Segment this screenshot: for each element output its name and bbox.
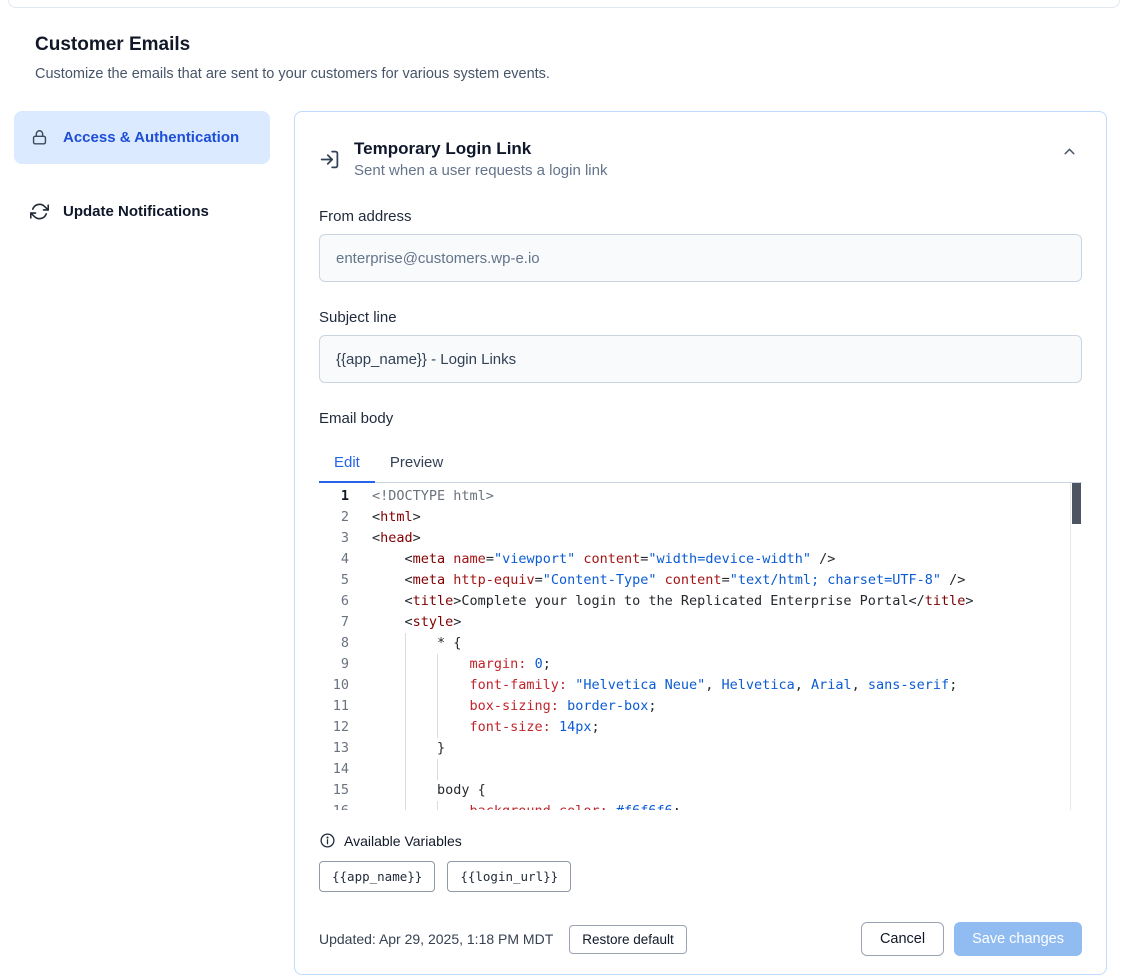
code-line[interactable]: <title>Complete your login to the Replic… — [372, 591, 1082, 612]
subject-line-label: Subject line — [319, 309, 1082, 326]
indent-guide — [405, 759, 406, 780]
variable-chip-login-url[interactable]: {{login_url}} — [447, 861, 571, 892]
sidebar-item-label: Access & Authentication — [63, 126, 239, 149]
code-line[interactable]: <meta http-equiv="Content-Type" content=… — [372, 570, 1082, 591]
collapse-button[interactable] — [1057, 139, 1082, 167]
code-line[interactable]: <style> — [372, 612, 1082, 633]
code-line[interactable]: <meta name="viewport" content="width=dev… — [372, 549, 1082, 570]
line-number: 7 — [319, 612, 349, 633]
line-number: 6 — [319, 591, 349, 612]
indent-guide — [437, 801, 438, 810]
available-variables-row: Available Variables — [319, 832, 1082, 849]
indent-guide — [437, 717, 438, 738]
indent-guide — [405, 675, 406, 696]
code-line[interactable]: <html> — [372, 507, 1082, 528]
page-subtitle: Customize the emails that are sent to yo… — [35, 65, 1093, 83]
available-variables-label: Available Variables — [344, 833, 462, 849]
line-number: 2 — [319, 507, 349, 528]
line-number: 1 — [319, 486, 349, 507]
line-number: 10 — [319, 675, 349, 696]
email-types-sidebar: Access & Authentication Update Notificat… — [14, 111, 270, 236]
indent-guide — [405, 780, 406, 801]
code-line[interactable] — [372, 759, 1082, 780]
footer-actions: Cancel Save changes — [861, 922, 1082, 956]
page-header: Customer Emails Customize the emails tha… — [0, 8, 1128, 83]
variable-chips: {{app_name}} {{login_url}} — [319, 861, 1082, 892]
line-number: 16 — [319, 801, 349, 810]
line-number: 5 — [319, 570, 349, 591]
line-number: 8 — [319, 633, 349, 654]
line-number: 4 — [319, 549, 349, 570]
indent-guide — [405, 654, 406, 675]
indent-guide — [437, 654, 438, 675]
card-footer: Updated: Apr 29, 2025, 1:18 PM MDT Resto… — [319, 922, 1082, 956]
code-line[interactable]: * { — [372, 633, 1082, 654]
refresh-icon — [30, 202, 49, 221]
line-number: 14 — [319, 759, 349, 780]
sidebar-item-update-notifications[interactable]: Update Notifications — [14, 188, 270, 235]
scrollbar-thumb[interactable] — [1072, 483, 1081, 524]
indent-guide — [405, 696, 406, 717]
editor-tabs: Edit Preview — [319, 443, 1082, 483]
line-number: 9 — [319, 654, 349, 675]
content-area: Access & Authentication Update Notificat… — [0, 111, 1128, 975]
tab-edit[interactable]: Edit — [319, 443, 375, 484]
save-changes-button[interactable]: Save changes — [954, 922, 1082, 956]
info-icon — [319, 832, 336, 849]
line-number: 3 — [319, 528, 349, 549]
chevron-up-icon — [1061, 143, 1078, 160]
from-address-input[interactable] — [319, 234, 1082, 282]
email-body-code-editor[interactable]: 12345678910111213141516 <!DOCTYPE html><… — [319, 483, 1082, 810]
code-line[interactable]: font-size: 14px; — [372, 717, 1082, 738]
code-line[interactable]: background-color: #f6f6f6; — [372, 801, 1082, 810]
code-line[interactable]: <!DOCTYPE html> — [372, 486, 1082, 507]
indent-guide — [405, 633, 406, 654]
updated-timestamp: Updated: Apr 29, 2025, 1:18 PM MDT — [319, 931, 553, 947]
indent-guide — [437, 675, 438, 696]
cancel-button[interactable]: Cancel — [861, 922, 944, 956]
subject-line-input[interactable] — [319, 335, 1082, 383]
tab-preview[interactable]: Preview — [375, 443, 458, 484]
page-title: Customer Emails — [35, 33, 1093, 56]
editor-gutter: 12345678910111213141516 — [319, 486, 363, 810]
code-line[interactable]: <head> — [372, 528, 1082, 549]
from-address-label: From address — [319, 208, 1082, 225]
line-number: 11 — [319, 696, 349, 717]
indent-guide — [405, 738, 406, 759]
lock-icon — [30, 128, 49, 147]
code-line[interactable]: box-sizing: border-box; — [372, 696, 1082, 717]
sidebar-item-access-authentication[interactable]: Access & Authentication — [14, 111, 270, 164]
line-number: 12 — [319, 717, 349, 738]
code-line[interactable]: body { — [372, 780, 1082, 801]
indent-guide — [405, 801, 406, 810]
editor-code[interactable]: <!DOCTYPE html><html><head><meta name="v… — [363, 486, 1082, 810]
editor-scrollbar[interactable] — [1070, 483, 1082, 810]
indent-guide — [437, 759, 438, 780]
sidebar-item-label: Update Notifications — [63, 200, 209, 223]
login-icon — [319, 149, 340, 170]
variable-chip-app-name[interactable]: {{app_name}} — [319, 861, 435, 892]
code-line[interactable]: margin: 0; — [372, 654, 1082, 675]
restore-default-button[interactable]: Restore default — [569, 925, 687, 954]
line-number: 13 — [319, 738, 349, 759]
card-header-text: Temporary Login Link Sent when a user re… — [354, 139, 1043, 179]
temporary-login-link-card: Temporary Login Link Sent when a user re… — [294, 111, 1107, 975]
card-subtitle: Sent when a user requests a login link — [354, 162, 1043, 179]
previous-card-bottom-edge — [8, 0, 1120, 8]
line-number: 15 — [319, 780, 349, 801]
code-line[interactable]: } — [372, 738, 1082, 759]
indent-guide — [437, 696, 438, 717]
card-header: Temporary Login Link Sent when a user re… — [319, 139, 1082, 179]
card-title: Temporary Login Link — [354, 139, 1043, 159]
indent-guide — [405, 717, 406, 738]
email-body-label: Email body — [319, 410, 1082, 427]
code-line[interactable]: font-family: "Helvetica Neue", Helvetica… — [372, 675, 1082, 696]
